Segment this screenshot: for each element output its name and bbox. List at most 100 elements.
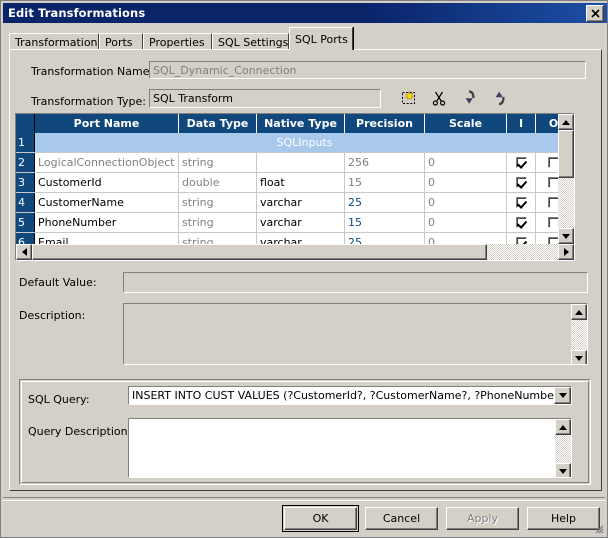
- grid-vertical-scrollbar[interactable]: [558, 114, 574, 244]
- chevron-down-icon: [559, 468, 567, 474]
- cell-native-type[interactable]: varchar: [257, 193, 345, 212]
- tab-transformation[interactable]: Transformation: [9, 33, 99, 50]
- cell-data-type[interactable]: string: [179, 153, 257, 172]
- cell-port-name[interactable]: LogicalConnectionObject: [35, 153, 179, 172]
- cell-scale[interactable]: 0: [425, 153, 507, 172]
- move-up-icon[interactable]: [490, 89, 508, 107]
- description-input[interactable]: [123, 303, 588, 365]
- table-row[interactable]: 2 LogicalConnectionObject string 256 0: [16, 153, 574, 173]
- cell-data-type[interactable]: string: [179, 213, 257, 232]
- title-bar: Edit Transformations: [3, 3, 607, 23]
- cell-input[interactable]: [507, 213, 536, 232]
- chevron-right-icon: [563, 248, 569, 256]
- column-header-input[interactable]: I: [507, 114, 536, 133]
- grid-corner-header: [16, 114, 35, 133]
- chevron-left-icon: [21, 248, 27, 256]
- apply-button: Apply: [446, 507, 519, 530]
- new-port-glyph: [402, 90, 415, 104]
- horizontal-scroll-track[interactable]: [32, 244, 558, 260]
- resize-grip-icon[interactable]: [592, 522, 604, 534]
- grid-horizontal-scrollbar[interactable]: [16, 244, 574, 260]
- cut-icon[interactable]: [430, 89, 448, 107]
- close-icon[interactable]: [586, 4, 604, 22]
- tab-properties[interactable]: Properties: [143, 33, 212, 50]
- column-header-port-name[interactable]: Port Name: [35, 114, 179, 133]
- tab-ports[interactable]: Ports: [99, 33, 143, 50]
- cell-input[interactable]: [507, 193, 536, 212]
- tab-sql-ports[interactable]: SQL Ports: [289, 27, 353, 50]
- description-scroll-track[interactable]: [571, 320, 587, 350]
- help-button[interactable]: Help: [527, 507, 600, 530]
- group-label: SQLInputs: [276, 136, 333, 149]
- new-port-icon[interactable]: [400, 89, 418, 107]
- cell-precision[interactable]: 256: [345, 153, 425, 172]
- cell-scale[interactable]: 0: [425, 173, 507, 192]
- scroll-down-button[interactable]: [571, 350, 587, 364]
- tab-label: Transformation: [15, 35, 98, 49]
- cell-input[interactable]: [507, 153, 536, 172]
- input-checkbox[interactable]: [515, 217, 527, 228]
- chevron-down-icon: [575, 355, 583, 361]
- table-row[interactable]: 1 SQLInputs: [16, 133, 574, 153]
- ok-button[interactable]: OK: [282, 505, 359, 532]
- cell-data-type[interactable]: double: [179, 173, 257, 192]
- cell-precision[interactable]: 25: [345, 193, 425, 212]
- scroll-up-button[interactable]: [571, 304, 587, 320]
- input-checkbox[interactable]: [515, 177, 527, 188]
- row-number: 5: [16, 213, 35, 232]
- cell-port-name[interactable]: CustomerName: [35, 193, 179, 212]
- cell-scale[interactable]: 0: [425, 193, 507, 212]
- cell-scale[interactable]: 0: [425, 213, 507, 232]
- cell-native-type[interactable]: [257, 153, 345, 172]
- cell-precision[interactable]: 15: [345, 173, 425, 192]
- query-description-label: Query Description:: [28, 425, 132, 438]
- table-row[interactable]: 5 PhoneNumber string varchar 15 0: [16, 213, 574, 233]
- query-description-input[interactable]: [128, 418, 572, 478]
- column-header-precision[interactable]: Precision: [345, 114, 425, 133]
- query-description-scrollbar[interactable]: [555, 419, 571, 477]
- row-number: 4: [16, 193, 35, 212]
- transformation-type-input[interactable]: SQL Transform: [149, 89, 381, 108]
- sql-query-dropdown-button[interactable]: [554, 387, 571, 404]
- cell-port-name[interactable]: CustomerId: [35, 173, 179, 192]
- column-header-scale[interactable]: Scale: [425, 114, 507, 133]
- cell-native-type[interactable]: float: [257, 173, 345, 192]
- tab-sql-settings[interactable]: SQL Settings: [212, 33, 289, 50]
- scroll-up-button[interactable]: [558, 114, 574, 130]
- default-value-label: Default Value:: [19, 276, 97, 289]
- description-scrollbar[interactable]: [571, 304, 587, 364]
- cell-native-type[interactable]: varchar: [257, 213, 345, 232]
- scroll-left-button[interactable]: [16, 244, 32, 260]
- tab-label: Ports: [105, 35, 133, 49]
- chevron-down-icon: [562, 233, 570, 239]
- vertical-scroll-thumb[interactable]: [558, 130, 574, 178]
- scroll-right-button[interactable]: [558, 244, 574, 260]
- move-down-icon[interactable]: [460, 89, 478, 107]
- close-glyph: [590, 8, 600, 18]
- description-label: Description:: [19, 309, 86, 322]
- column-header-data-type[interactable]: Data Type: [179, 114, 257, 133]
- scroll-down-button[interactable]: [555, 463, 571, 477]
- horizontal-scroll-thumb[interactable]: [32, 244, 487, 260]
- table-row[interactable]: 4 CustomerName string varchar 25 0: [16, 193, 574, 213]
- column-header-native-type[interactable]: Native Type: [257, 114, 345, 133]
- cancel-button[interactable]: Cancel: [365, 507, 438, 530]
- input-checkbox[interactable]: [515, 197, 527, 208]
- tab-label: SQL Ports: [295, 32, 348, 46]
- cell-data-type[interactable]: string: [179, 193, 257, 212]
- sql-query-input[interactable]: INSERT INTO CUST VALUES (?CustomerId?, ?…: [128, 386, 572, 405]
- query-description-scroll-track[interactable]: [555, 435, 571, 463]
- cell-input[interactable]: [507, 173, 536, 192]
- input-checkbox[interactable]: [515, 157, 527, 168]
- cell-precision[interactable]: 15: [345, 213, 425, 232]
- transformation-name-input[interactable]: SQL_Dynamic_Connection: [149, 61, 586, 79]
- scroll-down-button[interactable]: [558, 228, 574, 244]
- table-row[interactable]: 3 CustomerId double float 15 0: [16, 173, 574, 193]
- vertical-scroll-track[interactable]: [558, 130, 574, 228]
- row-number: 1: [16, 133, 35, 152]
- scroll-up-button[interactable]: [555, 419, 571, 435]
- transformation-name-label: Transformation Name:: [31, 65, 154, 78]
- cell-port-name[interactable]: PhoneNumber: [35, 213, 179, 232]
- row-number: 2: [16, 153, 35, 172]
- default-value-input[interactable]: [123, 272, 588, 293]
